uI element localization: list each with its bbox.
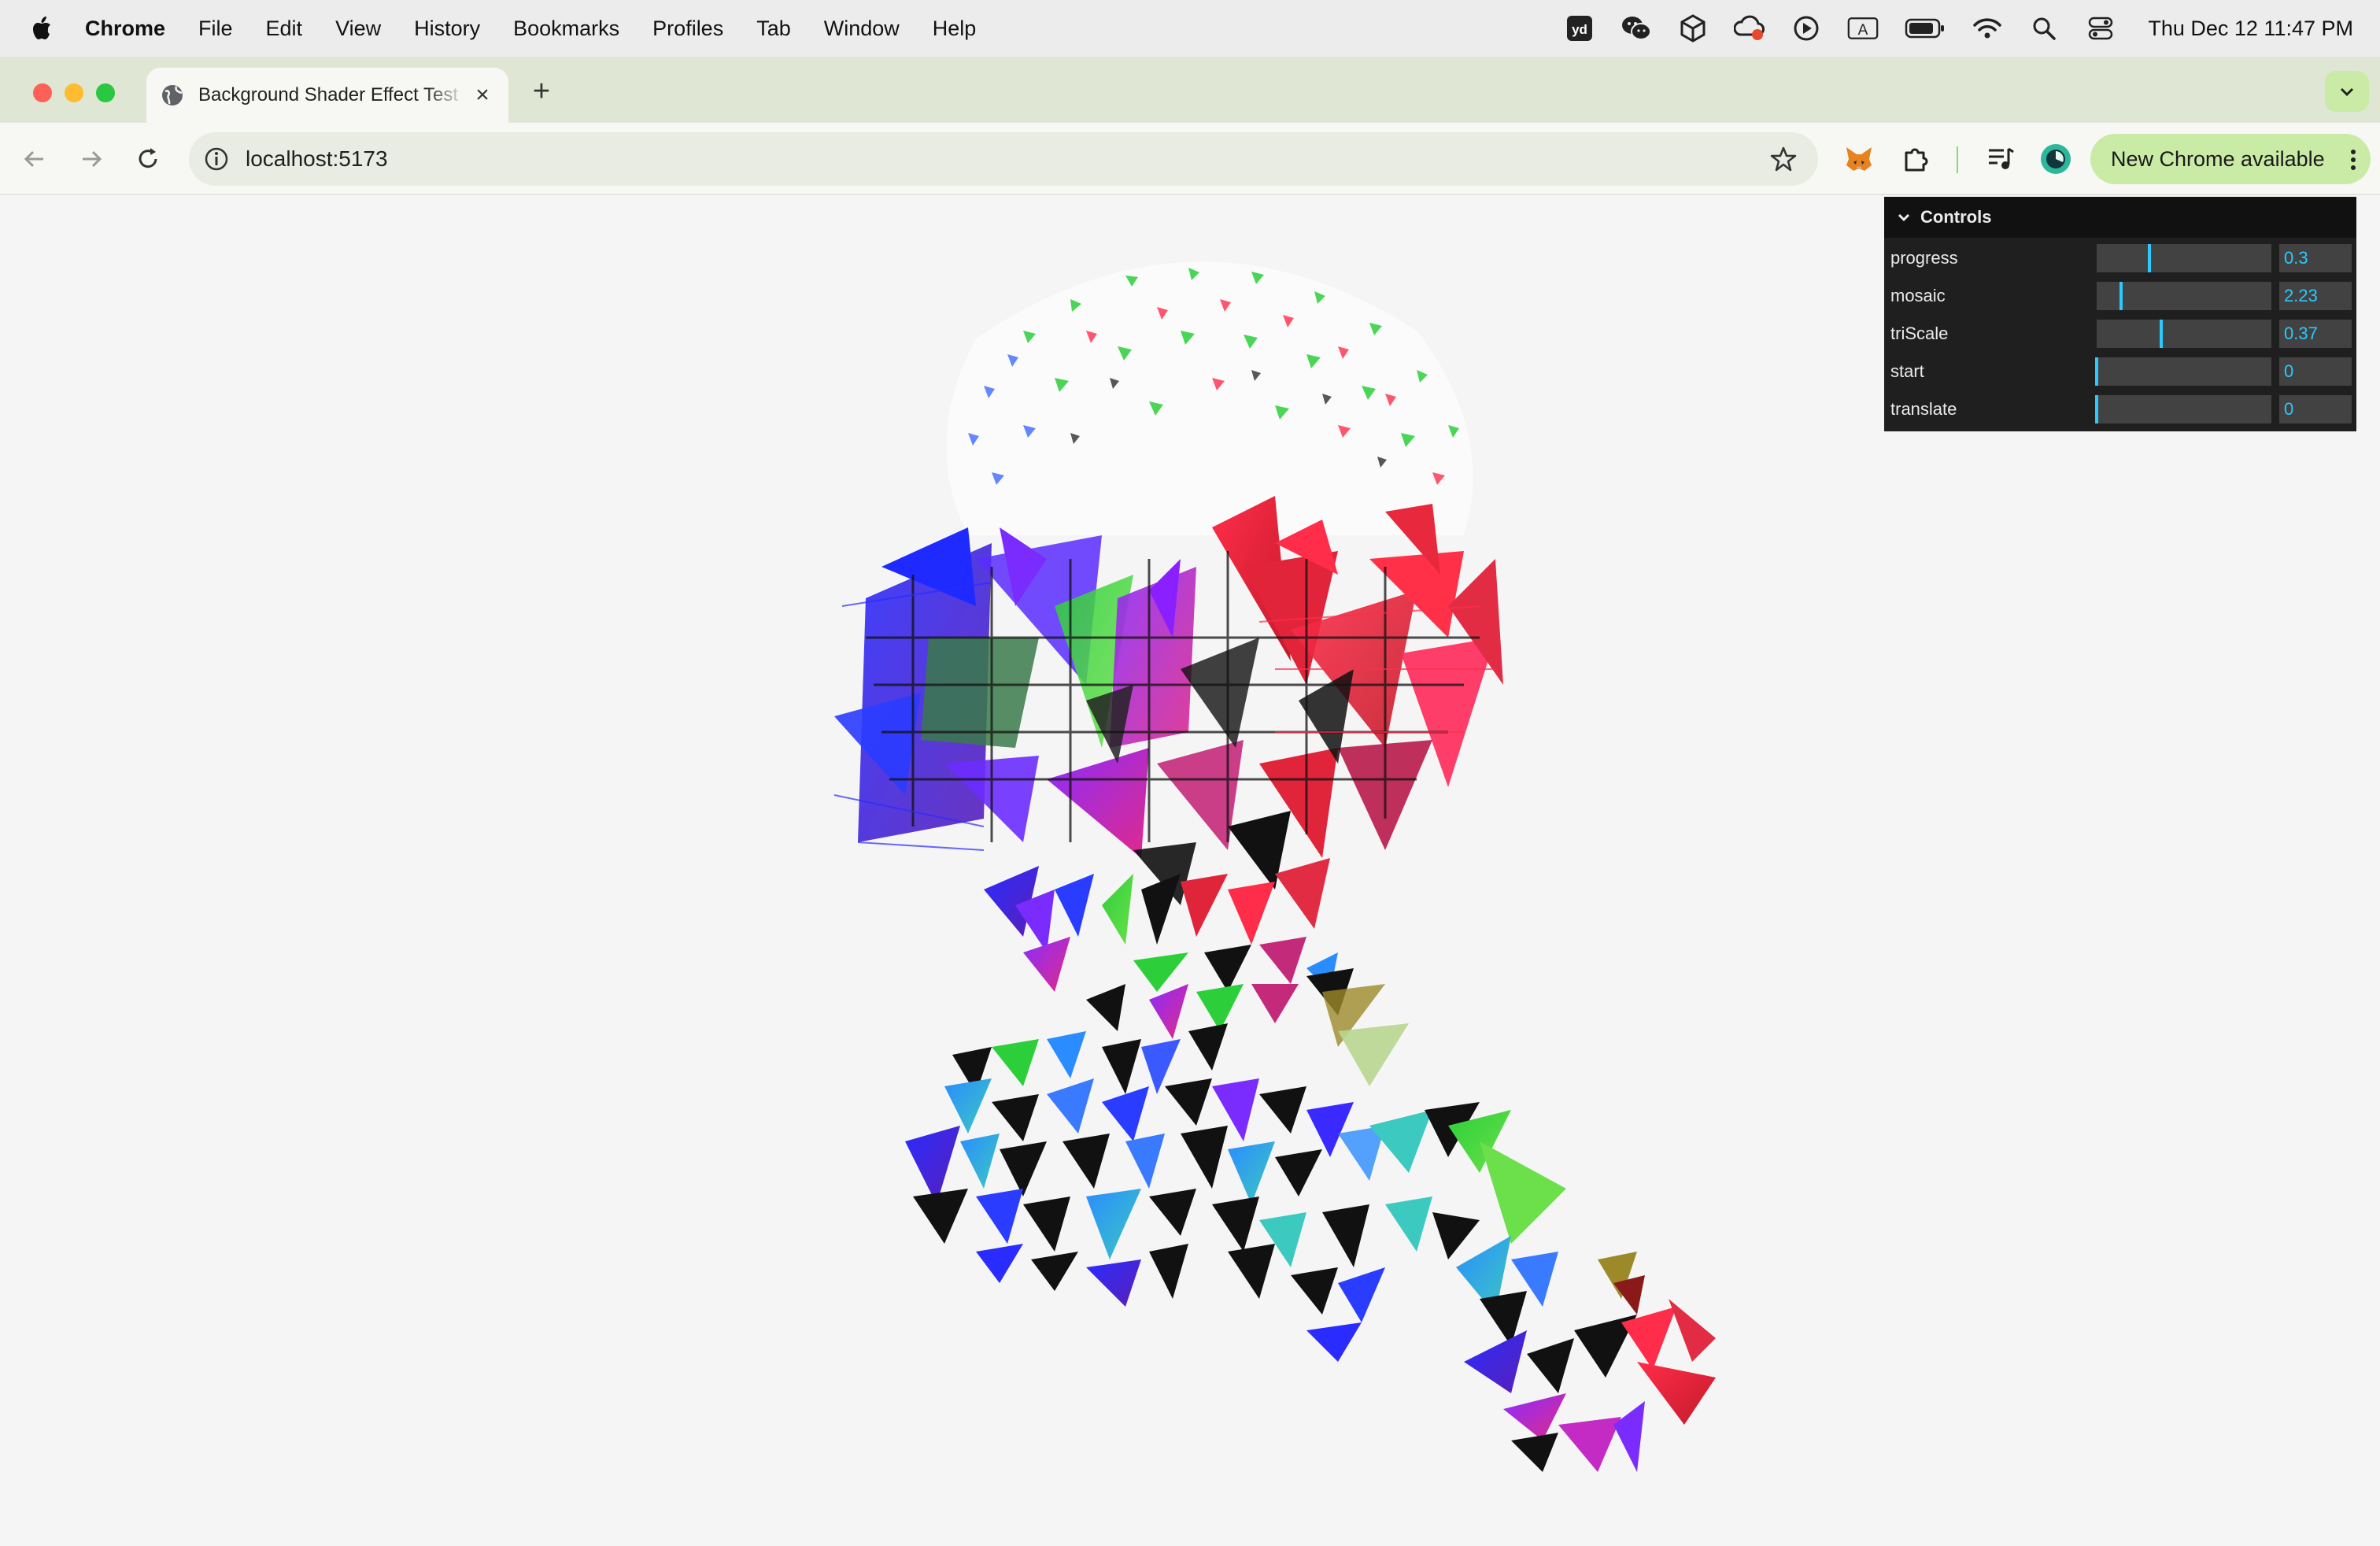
site-info-icon[interactable] xyxy=(203,146,230,172)
control-row-triscale: triScale 0.37 xyxy=(1884,313,2356,351)
menu-bookmarks[interactable]: Bookmarks xyxy=(513,17,619,41)
back-button[interactable] xyxy=(17,142,52,176)
menu-app-name[interactable]: Chrome xyxy=(85,17,165,41)
slider-thumb[interactable] xyxy=(2095,357,2098,386)
control-row-mosaic: mosaic 2.23 xyxy=(1884,276,2356,313)
menu-help[interactable]: Help xyxy=(933,17,977,41)
metamask-extension-icon[interactable] xyxy=(1843,143,1875,175)
chrome-update-label: New Chrome available xyxy=(2111,146,2325,171)
window-close-button[interactable] xyxy=(33,83,52,102)
control-label: mosaic xyxy=(1890,286,1946,305)
menubar-clock[interactable]: Thu Dec 12 11:47 PM xyxy=(2148,17,2353,41)
bookmark-star-icon[interactable] xyxy=(1769,145,1798,173)
media-controls-icon[interactable] xyxy=(1985,143,2016,175)
more-options-icon[interactable] xyxy=(2349,148,2358,172)
slider-thumb[interactable] xyxy=(2147,244,2151,272)
wechat-icon[interactable] xyxy=(1621,13,1652,44)
mosaic-value-input[interactable]: 2.23 xyxy=(2279,282,2352,310)
youdao-dict-icon[interactable]: yd xyxy=(1564,13,1595,44)
triscale-value-input[interactable]: 0.37 xyxy=(2279,320,2352,348)
wifi-icon[interactable] xyxy=(1972,13,2003,44)
triscale-slider[interactable] xyxy=(2097,320,2271,348)
chevron-down-icon xyxy=(2340,87,2354,97)
control-row-translate: translate 0 xyxy=(1884,389,2356,427)
tab-active[interactable]: Background Shader Effect Test × xyxy=(146,68,508,123)
new-tab-button[interactable]: + xyxy=(526,76,557,107)
controls-panel: Controls progress 0.3 mosaic 2.23 triSca… xyxy=(1884,197,2356,431)
translate-value-input[interactable]: 0 xyxy=(2279,395,2352,423)
reload-button[interactable] xyxy=(131,142,165,176)
window-minimize-button[interactable] xyxy=(65,83,83,102)
head-mid-fragments xyxy=(833,496,1503,905)
play-circle-icon[interactable] xyxy=(1791,13,1822,44)
status-area: yd A Thu Dec 12 11:47 PM xyxy=(1539,0,2353,57)
profile-avatar[interactable] xyxy=(2040,143,2071,175)
apple-logo-icon[interactable] xyxy=(27,13,58,44)
menu-bar: Chrome File Edit View History Bookmarks … xyxy=(0,0,2380,57)
control-label: progress xyxy=(1890,248,1958,268)
translate-slider[interactable] xyxy=(2095,395,2271,423)
control-label: start xyxy=(1890,361,1924,381)
menu-edit[interactable]: Edit xyxy=(266,17,303,41)
cube-app-icon[interactable] xyxy=(1677,13,1709,44)
mosaic-slider[interactable] xyxy=(2097,282,2271,310)
extensions-puzzle-icon[interactable] xyxy=(1900,143,1931,175)
forward-button[interactable] xyxy=(74,142,109,176)
url-text[interactable]: localhost:5173 xyxy=(246,146,388,172)
tab-close-icon[interactable]: × xyxy=(471,83,494,107)
menu-history[interactable]: History xyxy=(414,17,480,41)
menu-profiles[interactable]: Profiles xyxy=(652,17,723,41)
cloud-status-icon[interactable] xyxy=(1734,13,1765,44)
menu-window[interactable]: Window xyxy=(824,17,900,41)
control-label: translate xyxy=(1890,399,1957,419)
toolbar-separator xyxy=(1957,146,1958,173)
slider-thumb[interactable] xyxy=(2160,320,2164,348)
menu-view[interactable]: View xyxy=(335,17,381,41)
control-row-progress: progress 0.3 xyxy=(1884,238,2356,276)
address-bar[interactable]: localhost:5173 xyxy=(189,132,1818,186)
progress-value-input[interactable]: 0.3 xyxy=(2279,244,2352,272)
progress-slider[interactable] xyxy=(2097,244,2271,272)
start-value-input[interactable]: 0 xyxy=(2279,357,2352,386)
control-center-icon[interactable] xyxy=(2085,13,2116,44)
page-viewport: Controls progress 0.3 mosaic 2.23 triSca… xyxy=(0,197,2380,1546)
control-row-start: start 0 xyxy=(1884,351,2356,389)
head-dome-fragments xyxy=(946,261,1473,535)
slider-thumb[interactable] xyxy=(2095,395,2098,423)
globe-icon xyxy=(162,85,183,105)
window-zoom-button[interactable] xyxy=(96,83,115,102)
svg-text:yd: yd xyxy=(1572,22,1587,37)
chevron-down-icon xyxy=(1898,213,1910,222)
arrow-right-icon xyxy=(83,150,102,168)
battery-icon[interactable] xyxy=(1904,13,1946,44)
arrow-left-icon xyxy=(24,150,43,168)
chrome-update-button[interactable]: New Chrome available xyxy=(2090,134,2371,184)
menu-file[interactable]: File xyxy=(198,17,233,41)
slider-thumb[interactable] xyxy=(2119,282,2123,310)
control-label: triScale xyxy=(1890,324,1949,343)
tab-search-button[interactable] xyxy=(2325,71,2369,112)
input-source-icon[interactable]: A xyxy=(1847,13,1879,44)
menu-tab[interactable]: Tab xyxy=(756,17,791,41)
reload-icon xyxy=(139,148,157,168)
controls-title: Controls xyxy=(1920,207,1992,227)
trail-fragments xyxy=(905,968,1716,1472)
svg-text:A: A xyxy=(1858,22,1868,39)
start-slider[interactable] xyxy=(2095,357,2271,386)
spotlight-search-icon[interactable] xyxy=(2028,13,2060,44)
controls-header[interactable]: Controls xyxy=(1884,197,2356,238)
tab-title: Background Shader Effect Test xyxy=(198,84,458,105)
